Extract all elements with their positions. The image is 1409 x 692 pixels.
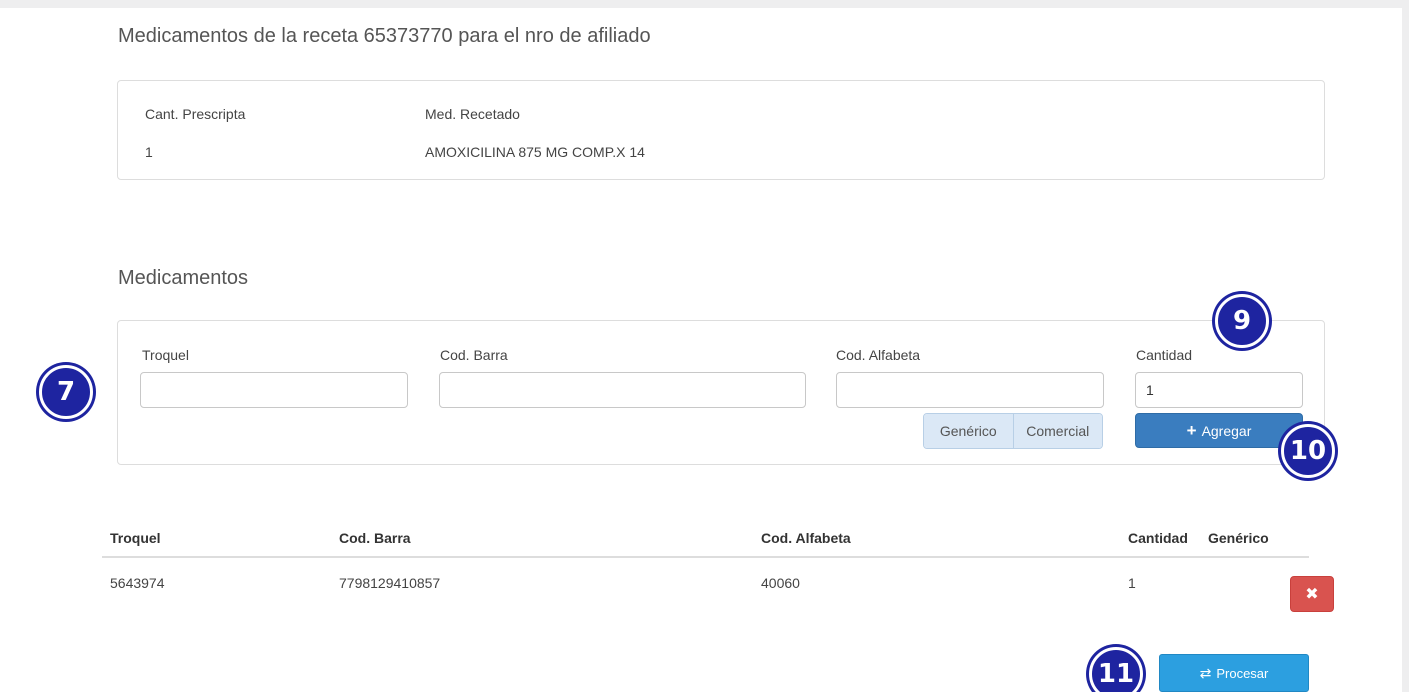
alfabeta-label: Cod. Alfabeta [836, 347, 921, 363]
annotation-badge-7: 7 [39, 365, 93, 419]
cantidad-label: Cantidad [1136, 347, 1193, 363]
recipe-panel: Cant. Prescripta 1 Med. Recetado AMOXICI… [117, 80, 1325, 180]
header-troquel: Troquel [110, 530, 161, 546]
alfabeta-input[interactable] [836, 372, 1104, 408]
section-title: Medicamentos [118, 267, 249, 289]
delete-row-button[interactable]: ✖ [1290, 576, 1334, 612]
prescribed-quantity-label: Cant. Prescripta [145, 106, 246, 122]
table-divider [102, 556, 1309, 558]
add-button[interactable]: + Agregar [1135, 413, 1303, 448]
swap-icon: ⇄ [1199, 665, 1212, 681]
barcode-input[interactable] [439, 372, 806, 408]
generic-button[interactable]: Genérico [924, 414, 1013, 448]
header-barcode: Cod. Barra [339, 530, 411, 546]
process-button-label: Procesar [1216, 665, 1269, 681]
page: Medicamentos de la receta 65373770 para … [0, 8, 1402, 692]
prescribed-drug-label: Med. Recetado [425, 106, 520, 122]
header-alfabeta: Cod. Alfabeta [761, 530, 851, 546]
cell-troquel: 5643974 [110, 575, 165, 591]
annotation-badge-11: 11 [1089, 647, 1143, 692]
close-icon: ✖ [1305, 586, 1319, 603]
cell-cantidad: 1 [1128, 575, 1136, 591]
cell-barcode: 7798129410857 [339, 575, 441, 591]
cantidad-input[interactable] [1135, 372, 1303, 408]
add-button-label: Agregar [1201, 422, 1252, 439]
barcode-label: Cod. Barra [440, 347, 508, 363]
troquel-input[interactable] [140, 372, 408, 408]
page-title: Medicamentos de la receta 65373770 para … [118, 25, 651, 47]
annotation-badge-10: 10 [1281, 424, 1335, 478]
process-button[interactable]: ⇄ Procesar [1159, 654, 1309, 692]
header-cantidad: Cantidad [1128, 530, 1188, 546]
plus-icon: + [1186, 421, 1197, 440]
annotation-badge-9: 9 [1215, 294, 1269, 348]
header-generico: Genérico [1208, 530, 1269, 546]
prescribed-drug-value: AMOXICILINA 875 MG COMP.X 14 [425, 144, 645, 160]
generic-commercial-toggle: Genérico Comercial [923, 413, 1103, 449]
prescribed-quantity-value: 1 [145, 144, 153, 160]
commercial-button[interactable]: Comercial [1012, 414, 1102, 448]
search-panel: Troquel Cod. Barra Cod. Alfabeta Cantida… [117, 320, 1325, 465]
troquel-label: Troquel [142, 347, 189, 363]
cell-alfabeta: 40060 [761, 575, 800, 591]
